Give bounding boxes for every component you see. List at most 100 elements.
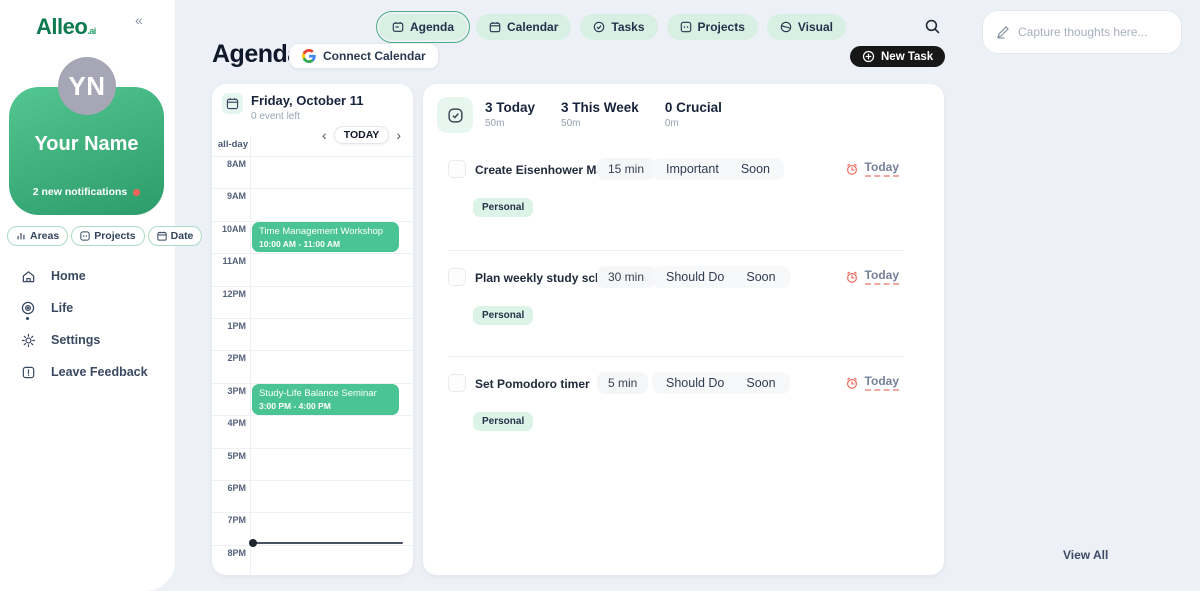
top-navigation: Agenda Calendar Tasks Projects Visual: [379, 14, 846, 40]
sidebar-collapse-icon[interactable]: «: [135, 12, 143, 28]
app-logo-suffix: .ai: [87, 26, 96, 36]
tab-visual[interactable]: Visual: [767, 14, 846, 40]
search-icon[interactable]: [924, 18, 941, 35]
stat-duration: 0m: [665, 118, 722, 129]
task-priority-chip[interactable]: Should Do Soon: [652, 372, 790, 394]
tab-label: Tasks: [611, 20, 644, 34]
chip-projects[interactable]: Projects: [71, 226, 144, 246]
hour-label: 4PM: [212, 418, 246, 428]
chip-date[interactable]: Date: [148, 226, 203, 246]
tab-label: Projects: [698, 20, 745, 34]
task-checkbox[interactable]: [448, 374, 466, 392]
calendar-events-left: 0 event left: [251, 111, 363, 122]
menu-label: Settings: [51, 333, 100, 347]
menu-label: Home: [51, 269, 86, 283]
all-day-row[interactable]: all-day: [212, 136, 413, 156]
calendar-icon: [157, 231, 167, 241]
hour-row-8pm[interactable]: 8PM: [212, 545, 413, 575]
hour-row-12pm[interactable]: 12PM: [212, 286, 413, 318]
task-due[interactable]: Today: [845, 160, 899, 177]
view-all-link[interactable]: View All: [1063, 548, 1108, 562]
task-checkbox[interactable]: [448, 268, 466, 286]
task-due[interactable]: Today: [845, 374, 899, 391]
hour-label: 8PM: [212, 548, 246, 558]
task-duration-chip[interactable]: 30 min: [597, 266, 655, 288]
hour-row-2pm[interactable]: 2PM: [212, 350, 413, 382]
tab-agenda[interactable]: Agenda: [379, 14, 467, 40]
due-label: Today: [865, 374, 899, 391]
stat-this-week[interactable]: 3 This Week 50m: [561, 100, 639, 133]
hour-label: 7PM: [212, 515, 246, 525]
projects-icon: [80, 231, 90, 241]
calendar-header-icon: [222, 93, 243, 114]
notifications-link[interactable]: 2 new notifications: [9, 186, 164, 198]
calendar-panel-header: Friday, October 11 0 event left: [212, 84, 413, 122]
task-checkbox[interactable]: [448, 160, 466, 178]
calendar-icon: [489, 21, 501, 33]
task-duration-chip[interactable]: 15 min: [597, 158, 655, 180]
chip-label: Date: [171, 230, 194, 242]
due-label: Today: [865, 160, 899, 177]
sidebar-item-leave-feedback[interactable]: Leave Feedback: [20, 356, 167, 388]
app-logo[interactable]: Alleo.ai: [36, 14, 96, 40]
hour-row-4pm[interactable]: 4PM: [212, 415, 413, 447]
hour-label: 3PM: [212, 386, 246, 396]
calendar-date-title: Friday, October 11: [251, 93, 363, 108]
page-title: Agenda: [212, 40, 301, 69]
tasks-panel-header: 3 Today 50m 3 This Week 50m 0 Crucial 0m: [423, 84, 944, 133]
task-tag[interactable]: Personal: [473, 412, 533, 431]
stat-crucial[interactable]: 0 Crucial 0m: [665, 100, 722, 133]
task-tag[interactable]: Personal: [473, 306, 533, 325]
chip-label: Areas: [30, 230, 59, 242]
task-priority-chip[interactable]: Important Soon: [652, 158, 784, 180]
menu-label: Leave Feedback: [51, 365, 148, 379]
sidebar-item-settings[interactable]: Settings: [20, 324, 167, 356]
hour-row-6pm[interactable]: 6PM: [212, 480, 413, 512]
agenda-icon: [392, 21, 404, 33]
hour-row-11am[interactable]: 11AM: [212, 253, 413, 285]
hour-row-8am[interactable]: 8AM: [212, 156, 413, 188]
hour-label: 5PM: [212, 451, 246, 461]
task-row: Set Pomodoro timer 5 min Should Do Soon …: [423, 356, 944, 462]
connect-calendar-button[interactable]: Connect Calendar: [289, 43, 439, 69]
pencil-scribble-icon: [996, 25, 1010, 39]
capture-thoughts-input[interactable]: [1018, 25, 1168, 39]
home-icon: [20, 268, 36, 284]
calendar-event[interactable]: Study-Life Balance Seminar 3:00 PM - 4:0…: [252, 384, 399, 415]
stat-today[interactable]: 3 Today 50m: [485, 100, 535, 133]
projects-icon: [680, 21, 692, 33]
hour-row-9am[interactable]: 9AM: [212, 188, 413, 220]
hour-row-1pm[interactable]: 1PM: [212, 318, 413, 350]
sidebar-item-home[interactable]: Home: [20, 260, 167, 292]
task-due[interactable]: Today: [845, 268, 899, 285]
sidebar-item-life[interactable]: Life: [20, 292, 167, 324]
plus-circle-icon: [862, 50, 875, 63]
hour-row-7pm[interactable]: 7PM: [212, 512, 413, 544]
tab-projects[interactable]: Projects: [667, 14, 758, 40]
tab-tasks[interactable]: Tasks: [580, 14, 657, 40]
task-priority-chip[interactable]: Should Do Soon: [652, 266, 790, 288]
sidebar-filter-chips: Areas Projects Date: [7, 226, 202, 246]
sidebar: Alleo.ai « YN Your Name 2 new notificati…: [0, 0, 175, 591]
user-name: Your Name: [9, 133, 164, 156]
hour-row-5pm[interactable]: 5PM: [212, 448, 413, 480]
event-title: Time Management Workshop: [259, 226, 392, 237]
tab-label: Calendar: [507, 20, 558, 34]
connect-calendar-label: Connect Calendar: [323, 49, 426, 63]
menu-label: Life: [51, 301, 73, 315]
chip-areas[interactable]: Areas: [7, 226, 68, 246]
check-circle-icon: [593, 21, 605, 33]
task-duration-chip[interactable]: 5 min: [597, 372, 648, 394]
task-list: Create Eisenhower Matrix 15 min Importan…: [423, 152, 944, 462]
task-row: Create Eisenhower Matrix 15 min Importan…: [423, 152, 944, 250]
tasks-header-icon: [437, 97, 473, 133]
hour-label: 6PM: [212, 483, 246, 493]
new-task-button[interactable]: New Task: [850, 46, 945, 67]
task-tag[interactable]: Personal: [473, 198, 533, 217]
avatar[interactable]: YN: [58, 57, 116, 115]
tab-calendar[interactable]: Calendar: [476, 14, 571, 40]
calendar-event[interactable]: Time Management Workshop 10:00 AM - 11:0…: [252, 222, 399, 252]
bar-chart-icon: [16, 231, 26, 241]
hour-label: 2PM: [212, 353, 246, 363]
hour-label: 9AM: [212, 191, 246, 201]
